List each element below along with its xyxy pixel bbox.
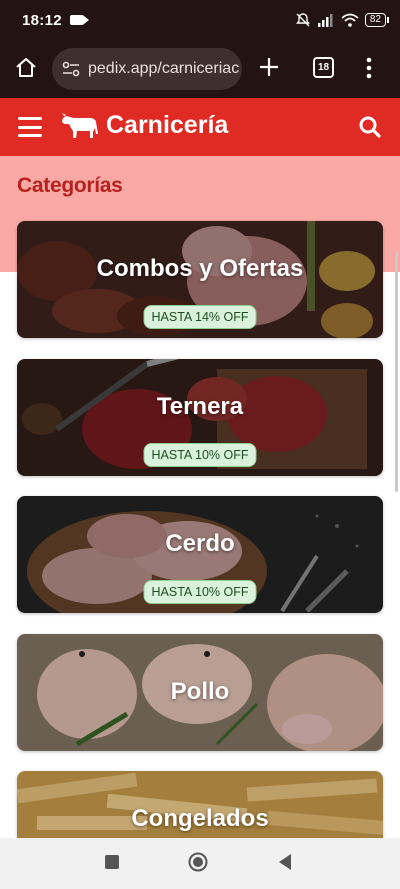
system-nav-bar — [0, 838, 400, 889]
back-button[interactable] — [277, 853, 293, 876]
status-left: 18:12 — [22, 11, 89, 29]
category-name: Pollo — [170, 678, 230, 705]
signal-icon — [317, 14, 333, 27]
status-time: 18:12 — [22, 11, 62, 29]
browser-toolbar: pedix.app/carniceriac 18 — [0, 40, 400, 98]
category-name: Cerdo — [165, 530, 235, 557]
circle-home-icon — [188, 852, 208, 872]
home-button[interactable] — [14, 56, 38, 80]
app-header: Carnicería — [0, 98, 400, 156]
plus-icon — [260, 58, 278, 76]
mute-bell-icon — [295, 13, 310, 27]
square-icon — [105, 855, 119, 869]
tab-switcher-button[interactable]: 18 — [313, 57, 334, 78]
page-scrollbar[interactable] — [395, 252, 398, 492]
category-name: Congelados — [131, 805, 269, 832]
category-card-pollo[interactable]: Pollo — [17, 634, 383, 751]
status-bar: 18:12 82 — [0, 0, 400, 40]
category-card-congelados[interactable]: Congelados — [17, 771, 383, 838]
url-text: pedix.app/carniceriac — [88, 60, 240, 77]
back-triangle-icon — [279, 854, 291, 870]
categories-title: Categorías — [17, 174, 123, 197]
brand-logo[interactable]: Carnicería — [60, 110, 228, 140]
discount-badge: HASTA 10% OFF — [143, 580, 257, 604]
menu-line — [18, 117, 42, 120]
browser-menu-button[interactable] — [366, 57, 372, 79]
wifi-icon — [341, 13, 359, 27]
status-right: 82 — [295, 12, 390, 28]
more-vertical-icon — [366, 57, 372, 79]
recents-button[interactable] — [104, 854, 120, 875]
menu-line — [18, 134, 42, 137]
category-card-ternera[interactable]: Ternera HASTA 10% OFF — [17, 359, 383, 476]
category-card-cerdo[interactable]: Cerdo HASTA 10% OFF — [17, 496, 383, 613]
search-icon — [359, 116, 381, 138]
home-nav-button[interactable] — [188, 852, 208, 877]
url-bar[interactable]: pedix.app/carniceriac — [52, 48, 242, 90]
category-name: Ternera — [156, 393, 244, 420]
site-settings-icon — [62, 61, 80, 77]
tab-count: 18 — [317, 62, 330, 73]
menu-button[interactable] — [18, 117, 42, 137]
new-tab-button[interactable] — [258, 56, 280, 78]
cow-icon — [62, 113, 98, 138]
brand-name: Carnicería — [106, 110, 229, 139]
video-camera-icon — [69, 15, 89, 25]
menu-line — [18, 125, 42, 129]
discount-badge: HASTA 14% OFF — [143, 305, 257, 329]
category-card-combos[interactable]: Combos y Ofertas HASTA 14% OFF — [17, 221, 383, 338]
category-name: Combos y Ofertas — [96, 255, 304, 282]
home-icon — [16, 58, 36, 77]
battery-indicator: 82 — [364, 13, 390, 27]
search-button[interactable] — [358, 115, 382, 144]
discount-badge: HASTA 10% OFF — [143, 443, 257, 467]
